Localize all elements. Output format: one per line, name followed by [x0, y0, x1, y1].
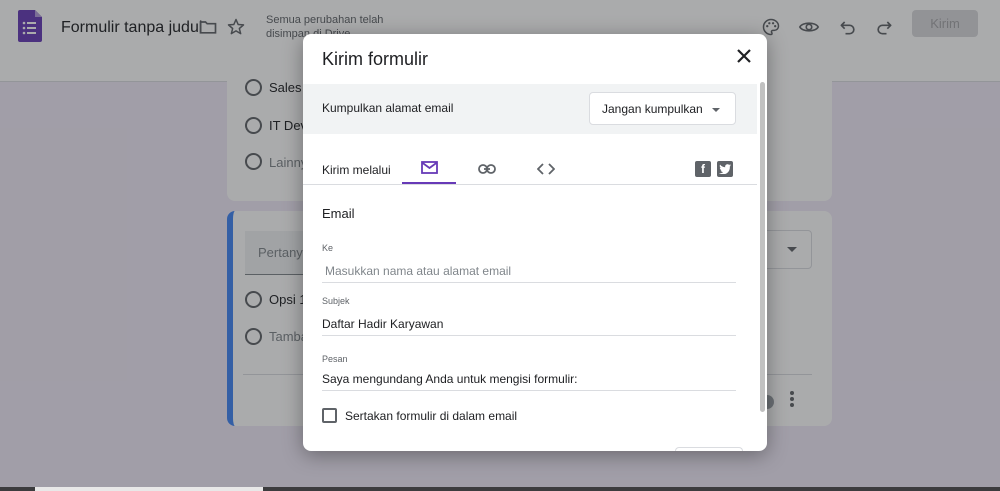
tab-link[interactable] — [460, 152, 514, 185]
subject-field — [322, 314, 736, 336]
close-icon[interactable] — [734, 46, 754, 66]
email-icon — [420, 160, 438, 174]
subject-label: Subjek — [322, 296, 350, 306]
message-label: Pesan — [322, 354, 348, 364]
embed-icon — [537, 162, 555, 175]
collect-email-row: Kumpulkan alamat email Jangan kumpulkan — [303, 84, 757, 134]
tabs-divider — [303, 184, 757, 185]
to-field — [322, 261, 736, 283]
tab-email[interactable] — [402, 152, 456, 185]
tab-embed[interactable] — [519, 152, 573, 185]
collect-email-label: Kumpulkan alamat email — [322, 101, 454, 115]
dialog-scrollbar[interactable] — [760, 82, 765, 412]
include-form-checkbox[interactable] — [322, 408, 337, 423]
include-form-label[interactable]: Sertakan formulir di dalam email — [345, 409, 517, 423]
send-via-label: Kirim melalui — [322, 163, 391, 177]
to-label: Ke — [322, 243, 334, 253]
collect-email-select[interactable]: Jangan kumpulkan — [589, 92, 736, 125]
twitter-icon[interactable] — [717, 161, 733, 177]
bottom-bar — [0, 487, 1000, 491]
section-title: Email — [322, 206, 355, 221]
bottom-bar-segment — [35, 487, 263, 491]
to-input[interactable] — [322, 261, 736, 281]
link-icon — [478, 163, 496, 174]
message-field — [322, 369, 736, 391]
message-input[interactable] — [322, 369, 736, 389]
dialog-title: Kirim formulir — [322, 49, 428, 69]
send-form-dialog: Kirim formulir Kumpulkan alamat email Ja… — [303, 34, 767, 451]
facebook-icon[interactable]: f — [695, 161, 711, 177]
chevron-down-icon — [712, 108, 720, 112]
send-button-peek[interactable] — [675, 447, 743, 451]
subject-input[interactable] — [322, 314, 736, 334]
